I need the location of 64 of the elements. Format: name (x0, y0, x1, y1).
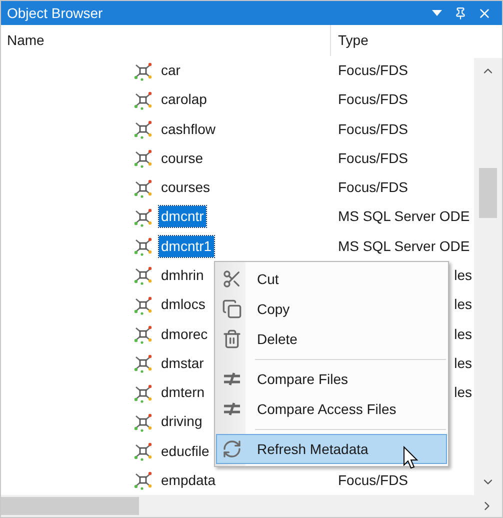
dropdown-icon[interactable] (432, 10, 442, 16)
object-name[interactable]: carolap (159, 89, 209, 110)
object-type: Focus/FDS (338, 120, 408, 137)
horizontal-scrollbar[interactable] (1, 495, 502, 517)
object-name[interactable]: courses (159, 177, 212, 198)
node-icon (133, 265, 153, 286)
object-name[interactable]: dmtern (159, 382, 207, 404)
object-type: les (454, 324, 472, 344)
scroll-thumb[interactable] (479, 168, 497, 218)
object-name[interactable]: driving (159, 411, 204, 432)
object-name[interactable]: course (159, 148, 206, 169)
menu-item[interactable]: Compare Files (216, 364, 447, 394)
window-title: Object Browser (7, 4, 104, 23)
object-name[interactable]: educfile (159, 440, 212, 462)
object-type: les (454, 266, 472, 285)
node-icon (133, 353, 153, 374)
trash-icon (222, 329, 242, 349)
node-icon (133, 90, 153, 110)
node-icon (133, 206, 153, 227)
column-header[interactable]: Type (331, 25, 474, 56)
object-name[interactable]: empdata (159, 470, 218, 491)
object-name[interactable]: cashflow (159, 118, 218, 140)
compare-icon (222, 371, 242, 387)
node-icon (133, 119, 153, 140)
menu-item[interactable]: Delete (216, 324, 447, 354)
node-icon (133, 441, 153, 462)
refresh-icon (222, 439, 242, 459)
copy-icon (222, 299, 242, 319)
object-type: MS SQL Server ODE (338, 238, 470, 254)
object-name[interactable]: dmlocs (159, 294, 208, 316)
object-type: MS SQL Server ODE (338, 208, 470, 224)
vertical-scrollbar[interactable] (474, 58, 502, 495)
node-icon (133, 294, 153, 315)
node-icon (133, 470, 153, 490)
node-icon (133, 178, 153, 198)
node-icon (133, 236, 153, 256)
object-type: les (454, 354, 472, 373)
node-icon (133, 324, 153, 344)
object-type: Focus/FDS (338, 62, 408, 78)
column-header[interactable]: Name (1, 25, 331, 56)
object-name[interactable]: dmorec (159, 324, 210, 345)
object-name[interactable]: dmstar (159, 352, 206, 374)
object-type: les (454, 295, 472, 314)
scissors-icon (222, 269, 242, 289)
object-name[interactable]: dmcntr1 (159, 236, 214, 257)
object-type: Focus/FDS (338, 91, 408, 108)
node-icon (133, 60, 153, 81)
node-icon (133, 148, 153, 168)
object-name[interactable]: dmhrin (159, 264, 206, 286)
scroll-thumb[interactable] (1, 497, 139, 515)
menu-item[interactable]: Copy (216, 294, 447, 324)
object-name[interactable]: dmcntr (159, 206, 206, 228)
menu-item[interactable]: Refresh Metadata (216, 434, 447, 464)
object-name[interactable]: car (159, 60, 182, 82)
menu-item[interactable]: Compare Access Files (216, 394, 447, 424)
object-type: Focus/FDS (338, 150, 408, 166)
node-icon (133, 382, 153, 403)
menu-item[interactable]: Cut (216, 264, 447, 294)
pin-icon[interactable] (454, 6, 467, 20)
node-icon (133, 412, 153, 432)
object-type: Focus/FDS (338, 179, 408, 196)
object-type: les (454, 383, 472, 402)
compare-icon (222, 401, 242, 417)
object-type: Focus/FDS (338, 472, 408, 488)
